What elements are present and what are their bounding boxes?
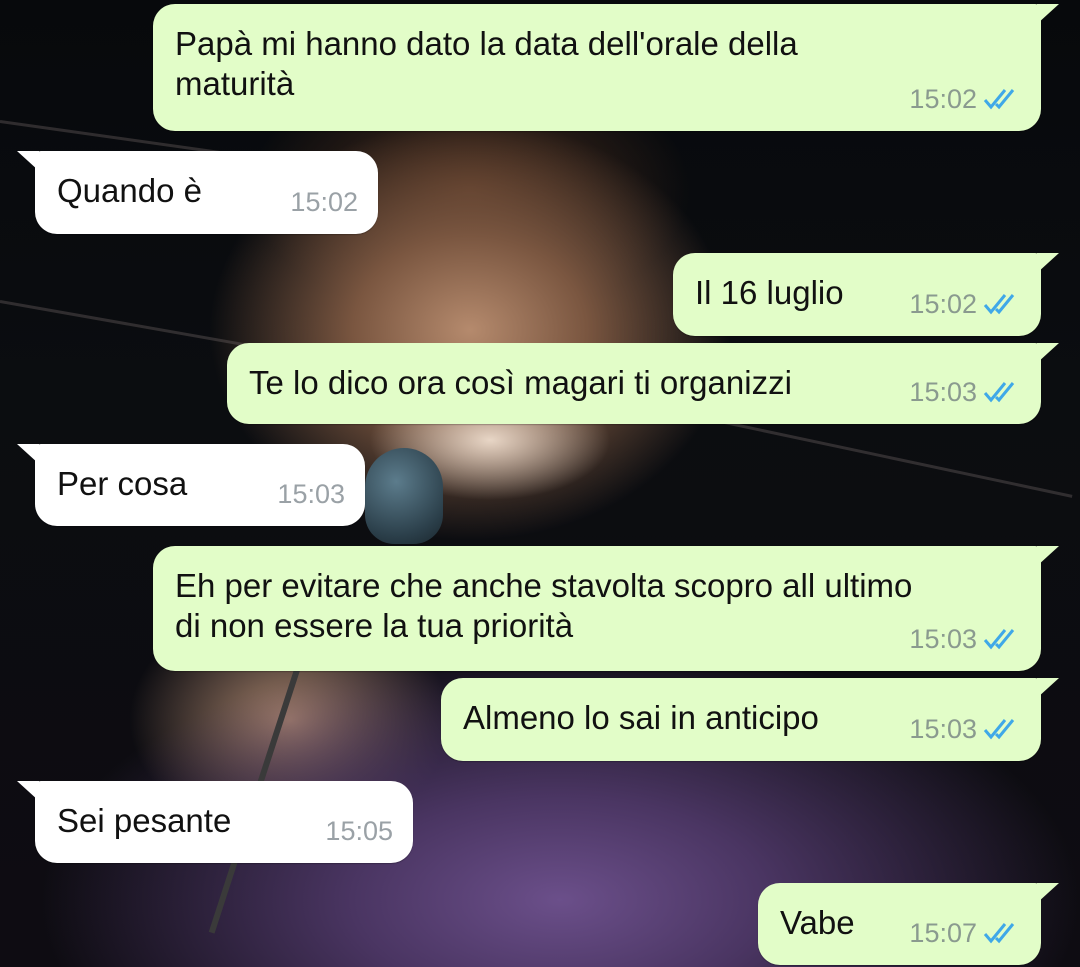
- message-bubble-outgoing[interactable]: Vabe 15:07: [758, 883, 1059, 965]
- message-meta: 15:02: [909, 79, 1021, 119]
- message-bubble-outgoing[interactable]: Eh per evitare che anche stavolta scopro…: [153, 546, 1059, 671]
- message-meta: 15:03: [909, 619, 1021, 659]
- message-meta: 15:03: [909, 372, 1021, 412]
- message-time: 15:03: [909, 624, 977, 654]
- message-meta: 15:02: [909, 284, 1021, 324]
- message-bubble-incoming[interactable]: Sei pesante 15:05: [17, 781, 413, 863]
- message-time: 15:03: [909, 714, 977, 744]
- message-text: Papà mi hanno dato la data dell'orale de…: [175, 25, 798, 102]
- read-double-tick-icon: [983, 89, 1015, 110]
- message-bubble-outgoing[interactable]: Il 16 luglio 15:02: [673, 253, 1059, 336]
- message-meta: 15:03: [277, 474, 345, 514]
- message-text: Eh per evitare che anche stavolta scopro…: [175, 567, 913, 644]
- read-double-tick-icon: [983, 923, 1015, 944]
- message-bubble-incoming[interactable]: Quando è 15:02: [17, 151, 378, 234]
- message-bubble-outgoing[interactable]: Almeno lo sai in anticipo 15:03: [441, 678, 1059, 761]
- message-time: 15:03: [909, 377, 977, 407]
- message-time: 15:02: [909, 289, 977, 319]
- message-time: 15:02: [290, 187, 358, 217]
- message-meta: 15:02: [290, 182, 358, 222]
- read-double-tick-icon: [983, 294, 1015, 315]
- read-double-tick-icon: [983, 382, 1015, 403]
- message-time: 15:05: [325, 816, 393, 846]
- message-time: 15:02: [909, 84, 977, 114]
- read-double-tick-icon: [983, 629, 1015, 650]
- message-bubble-incoming[interactable]: Per cosa 15:03: [17, 444, 365, 526]
- message-time: 15:07: [909, 918, 977, 948]
- message-time: 15:03: [277, 479, 345, 509]
- message-meta: 15:03: [909, 709, 1021, 749]
- message-bubble-outgoing[interactable]: Te lo dico ora così magari ti organizzi …: [227, 343, 1059, 424]
- message-bubble-outgoing[interactable]: Papà mi hanno dato la data dell'orale de…: [153, 4, 1059, 131]
- message-list[interactable]: Papà mi hanno dato la data dell'orale de…: [0, 0, 1080, 967]
- read-double-tick-icon: [983, 719, 1015, 740]
- message-meta: 15:05: [325, 811, 393, 851]
- message-text: Te lo dico ora così magari ti organizzi: [249, 364, 792, 401]
- message-meta: 15:07: [909, 913, 1021, 953]
